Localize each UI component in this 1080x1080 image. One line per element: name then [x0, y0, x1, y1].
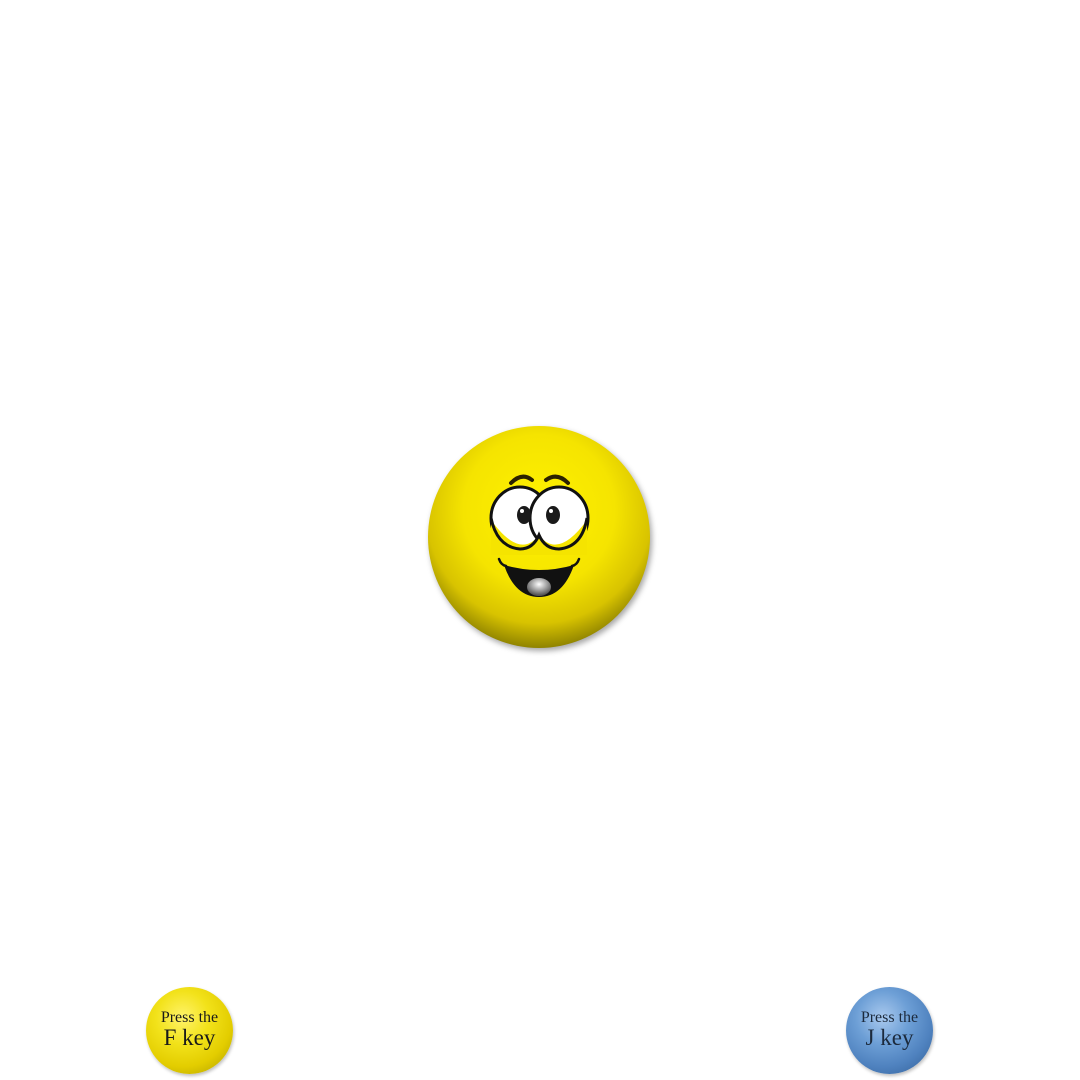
f-key-label: F key: [163, 1025, 216, 1050]
f-key-button[interactable]: Press the F key: [146, 987, 233, 1074]
j-key-button[interactable]: Press the J key: [846, 987, 933, 1074]
f-key-instruction: Press the: [160, 1009, 219, 1026]
j-key-label: J key: [865, 1025, 914, 1050]
experiment-stage: Press the F key Press the J key: [0, 0, 1080, 1080]
smiley-face-icon: [427, 425, 651, 649]
j-key-instruction: Press the: [860, 1009, 919, 1026]
